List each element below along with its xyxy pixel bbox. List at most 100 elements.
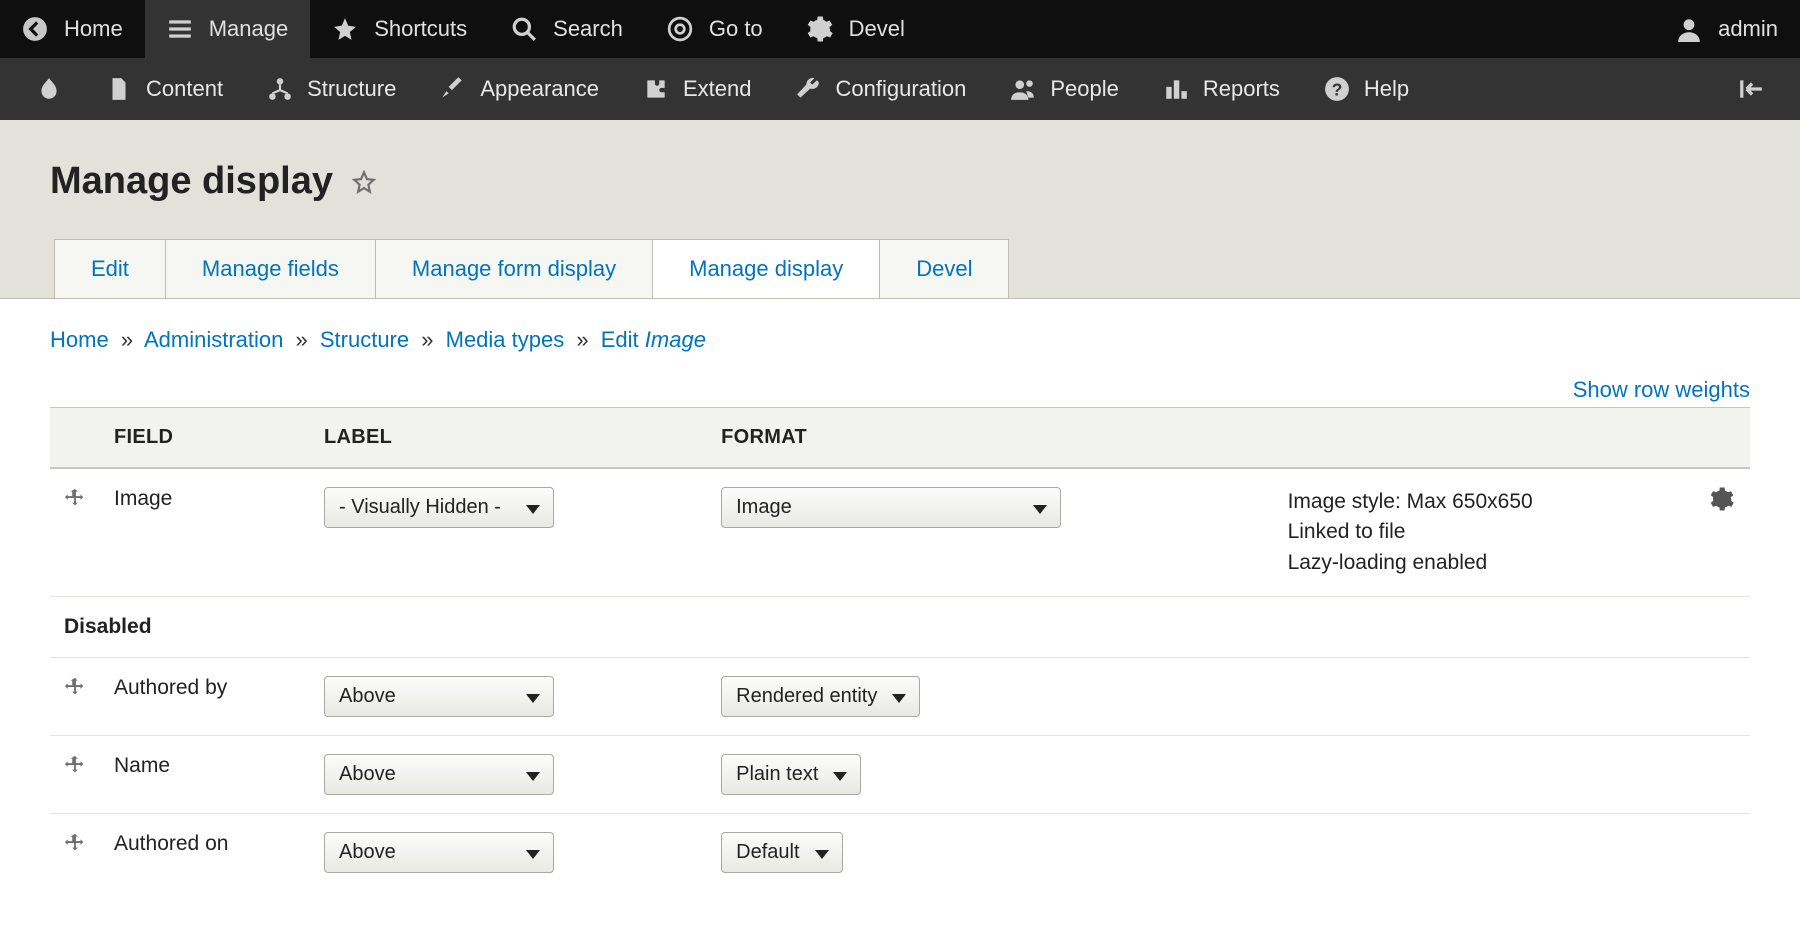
manage-button[interactable]: Manage [145,0,311,58]
field-row-authored-by: Authored by Above Rendered entity [50,658,1750,736]
tab-manage-fields[interactable]: Manage fields [165,239,376,298]
name-label-select[interactable]: Above [324,754,554,795]
star-icon [332,16,358,42]
user-account-button[interactable]: admin [1654,0,1800,58]
people-button[interactable]: People [988,58,1141,120]
goto-label: Go to [709,16,763,42]
breadcrumb: Home » Administration » Structure » Medi… [50,327,1750,353]
devel-label: Devel [849,16,905,42]
admin-toolbar-top: Home Manage Shortcuts Search Go to Devel… [0,0,1800,58]
drag-handle-icon[interactable] [64,487,86,509]
target-icon [667,16,693,42]
help-label: Help [1364,76,1409,102]
structure-button[interactable]: Structure [245,58,418,120]
image-summary-line-2: Linked to file [1288,517,1680,547]
devel-button[interactable]: Devel [785,0,927,58]
drag-handle-icon[interactable] [64,832,86,854]
tab-devel[interactable]: Devel [879,239,1009,298]
image-summary: Image style: Max 650x650 Linked to file … [1274,468,1694,597]
table-header: FIELD LABEL FORMAT [50,408,1750,469]
label-select-wrap: - Visually Hidden - [324,487,554,528]
breadcrumb-media-types[interactable]: Media types [446,327,565,352]
hamburger-icon [167,16,193,42]
drupal-home-button[interactable] [14,58,84,120]
name-format-select[interactable]: Plain text [721,754,861,795]
breadcrumb-sep: » [289,327,313,352]
search-label: Search [553,16,623,42]
help-button[interactable]: ? Help [1302,58,1431,120]
authored-on-format-select[interactable]: Default [721,832,842,873]
tab-manage-form-display[interactable]: Manage form display [375,239,653,298]
content-button[interactable]: Content [84,58,245,120]
home-label: Home [64,16,123,42]
field-name-cell: Name [100,736,310,814]
goto-button[interactable]: Go to [645,0,785,58]
help-icon: ? [1324,76,1350,102]
breadcrumb-structure[interactable]: Structure [320,327,409,352]
extend-label: Extend [683,76,752,102]
image-label-select[interactable]: - Visually Hidden - [324,487,554,528]
page-title-row: Manage display [50,160,1750,203]
wrench-icon [795,76,821,102]
field-name-cell: Authored on [100,814,310,892]
breadcrumb-current[interactable]: Image [645,327,706,352]
show-row-weights-wrapper: Show row weights [50,377,1750,403]
reports-button[interactable]: Reports [1141,58,1302,120]
favorite-star-icon[interactable] [351,169,377,195]
paintbrush-icon [440,76,466,102]
search-button[interactable]: Search [489,0,645,58]
breadcrumb-sep: » [570,327,594,352]
shortcuts-button[interactable]: Shortcuts [310,0,489,58]
format-select-wrap: Image [721,487,1061,528]
drag-handle-icon[interactable] [64,754,86,776]
field-name-cell: Image [100,468,310,597]
primary-tabs: Edit Manage fields Manage form display M… [54,239,1750,298]
field-row-name: Name Above Plain text [50,736,1750,814]
gear-icon [1710,487,1734,511]
image-settings-button[interactable] [1710,487,1734,511]
breadcrumb-home[interactable]: Home [50,327,109,352]
svg-text:?: ? [1332,80,1343,100]
col-format: FORMAT [707,408,1273,469]
authored-by-format-select[interactable]: Rendered entity [721,676,920,717]
label-select-wrap: Above [324,754,554,795]
configuration-button[interactable]: Configuration [773,58,988,120]
image-format-select[interactable]: Image [721,487,1061,528]
content-region: Home » Administration » Structure » Medi… [0,299,1800,931]
appearance-label: Appearance [480,76,599,102]
configuration-label: Configuration [835,76,966,102]
extend-button[interactable]: Extend [621,58,774,120]
breadcrumb-current-text: Image [645,327,706,352]
breadcrumb-edit[interactable]: Edit [601,327,639,352]
col-label: LABEL [310,408,707,469]
back-home-button[interactable]: Home [0,0,145,58]
field-row-authored-on: Authored on Above Default [50,814,1750,892]
breadcrumb-sep: » [415,327,439,352]
collapse-left-icon [1738,76,1764,102]
col-drag [50,408,100,469]
drupal-icon [36,76,62,102]
page-header-region: Manage display Edit Manage fields Manage… [0,120,1800,299]
user-label: admin [1718,16,1778,42]
search-icon [511,16,537,42]
collapse-toolbar-button[interactable] [1716,58,1786,120]
manage-label: Manage [209,16,289,42]
back-icon [22,16,48,42]
drag-handle-icon[interactable] [64,676,86,698]
admin-toolbar-sub: Content Structure Appearance Extend Conf… [0,58,1800,120]
tab-manage-display[interactable]: Manage display [652,239,880,298]
show-row-weights-link[interactable]: Show row weights [1573,377,1750,402]
field-row-image: Image - Visually Hidden - Image Image st… [50,468,1750,597]
breadcrumb-sep: » [115,327,139,352]
format-select-wrap: Rendered entity [721,676,920,717]
shortcuts-label: Shortcuts [374,16,467,42]
breadcrumb-administration[interactable]: Administration [144,327,283,352]
image-summary-line-3: Lazy-loading enabled [1288,548,1680,578]
authored-by-label-select[interactable]: Above [324,676,554,717]
authored-on-label-select[interactable]: Above [324,832,554,873]
col-field: FIELD [100,408,310,469]
structure-label: Structure [307,76,396,102]
tab-edit[interactable]: Edit [54,239,166,298]
user-icon [1676,16,1702,42]
appearance-button[interactable]: Appearance [418,58,621,120]
